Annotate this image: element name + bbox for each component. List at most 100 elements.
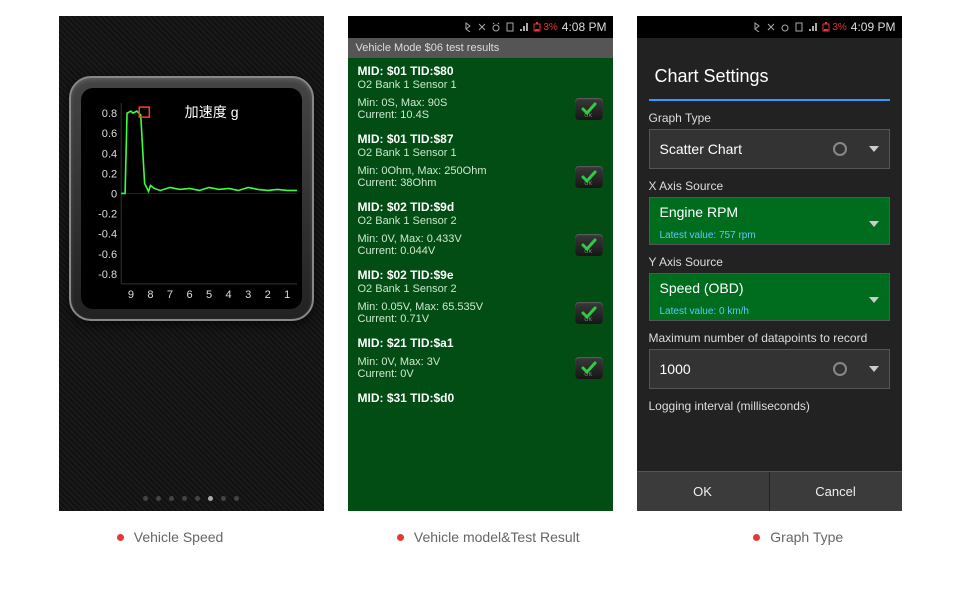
mid-tid: MID: $01 TID:$87 bbox=[358, 132, 603, 146]
svg-text:-0.6: -0.6 bbox=[98, 249, 117, 261]
pass-check-icon: OK bbox=[575, 98, 603, 120]
clock: 4:08 PM bbox=[562, 20, 607, 34]
result-item[interactable]: MID: $02 TID:$9eO2 Bank 1 Sensor 2 Min: 0… bbox=[348, 262, 613, 330]
sim-icon bbox=[505, 22, 515, 32]
status-bar: 3% 4:09 PM bbox=[637, 16, 902, 38]
y-axis-value: Speed (OBD) bbox=[660, 280, 744, 296]
svg-text:5: 5 bbox=[206, 289, 212, 301]
results-list[interactable]: MID: $01 TID:$80O2 Bank 1 Sensor 1Min: 0… bbox=[348, 58, 613, 511]
radio-icon bbox=[833, 362, 847, 376]
result-item[interactable]: MID: $02 TID:$9dO2 Bank 1 Sensor 2 Min: 0… bbox=[348, 194, 613, 262]
pass-check-icon: OK bbox=[575, 166, 603, 188]
phone-vehicle-speed: 0.80.60.40.20-0.2-0.4-0.6-0.8 987654321 … bbox=[59, 16, 324, 511]
current-value: Current: 10.4S bbox=[358, 109, 603, 121]
interval-label: Logging interval (milliseconds) bbox=[649, 399, 890, 413]
cancel-button[interactable]: Cancel bbox=[770, 472, 902, 511]
chevron-down-icon bbox=[869, 221, 879, 227]
svg-text:0.4: 0.4 bbox=[101, 148, 116, 160]
min-max: Min: 0Ohm, Max: 250Ohm bbox=[358, 165, 603, 177]
status-bar: 3% 4:08 PM bbox=[348, 16, 613, 38]
svg-text:-0.2: -0.2 bbox=[98, 209, 117, 221]
signal-icon bbox=[808, 22, 818, 32]
mid-tid: MID: $02 TID:$9d bbox=[358, 200, 603, 214]
min-max: Min: 0V, Max: 3V bbox=[358, 356, 603, 368]
battery-indicator: 3% bbox=[822, 22, 846, 33]
current-value: Current: 0V bbox=[358, 368, 603, 380]
battery-indicator: 3% bbox=[533, 22, 557, 33]
current-value: Current: 38Ohm bbox=[358, 177, 603, 189]
result-item[interactable]: MID: $01 TID:$87O2 Bank 1 Sensor 1 Min: 0… bbox=[348, 126, 613, 194]
bluetooth-icon bbox=[463, 22, 473, 32]
signal-icon bbox=[519, 22, 529, 32]
svg-text:-0.8: -0.8 bbox=[98, 269, 117, 281]
chevron-down-icon bbox=[869, 146, 879, 152]
svg-text:8: 8 bbox=[147, 289, 153, 301]
dialog-title: Chart Settings bbox=[649, 56, 890, 101]
min-max: Min: 0V, Max: 0.433V bbox=[358, 233, 603, 245]
graph-type-label: Graph Type bbox=[649, 111, 890, 125]
current-value: Current: 0.71V bbox=[358, 313, 603, 325]
svg-text:0: 0 bbox=[111, 188, 117, 200]
svg-text:2: 2 bbox=[264, 289, 270, 301]
svg-text:加速度 g: 加速度 g bbox=[184, 104, 238, 120]
mid-tid: MID: $02 TID:$9e bbox=[358, 268, 603, 282]
bluetooth-icon bbox=[752, 22, 762, 32]
sensor-name: O2 Bank 1 Sensor 1 bbox=[358, 79, 603, 91]
svg-text:1: 1 bbox=[284, 289, 290, 301]
graph-type-spinner[interactable]: Scatter Chart bbox=[649, 129, 890, 169]
x-axis-sub: Latest value: 757 rpm bbox=[660, 230, 756, 241]
svg-text:0.6: 0.6 bbox=[101, 128, 116, 140]
svg-text:-0.4: -0.4 bbox=[98, 229, 117, 241]
result-item[interactable]: MID: $21 TID:$a1 Min: 0V, Max: 3VCurrent:… bbox=[348, 330, 613, 385]
chevron-down-icon bbox=[869, 297, 879, 303]
svg-text:4: 4 bbox=[225, 289, 231, 301]
min-max: Min: 0.05V, Max: 65.535V bbox=[358, 301, 603, 313]
max-points-label: Maximum number of datapoints to record bbox=[649, 331, 890, 345]
sensor-name: O2 Bank 1 Sensor 2 bbox=[358, 283, 603, 295]
radio-icon bbox=[833, 142, 847, 156]
current-value: Current: 0.044V bbox=[358, 245, 603, 257]
result-item[interactable]: MID: $01 TID:$80O2 Bank 1 Sensor 1 Min: 0… bbox=[348, 58, 613, 126]
max-points-value: 1000 bbox=[660, 361, 691, 377]
gauge-card: 0.80.60.40.20-0.2-0.4-0.6-0.8 987654321 … bbox=[69, 76, 314, 321]
sensor-name: O2 Bank 1 Sensor 1 bbox=[358, 147, 603, 159]
phone-test-results: 3% 4:08 PM Vehicle Mode $06 test results… bbox=[348, 16, 613, 511]
caption-2: Vehicle model&Test Result bbox=[397, 529, 580, 545]
results-title: Vehicle Mode $06 test results bbox=[348, 38, 613, 58]
caption-1: Vehicle Speed bbox=[117, 529, 224, 545]
svg-text:0.8: 0.8 bbox=[101, 108, 116, 120]
mid-tid: MID: $31 TID:$d0 bbox=[358, 391, 603, 405]
pass-check-icon: OK bbox=[575, 302, 603, 324]
page-dots bbox=[59, 496, 324, 501]
graph-type-value: Scatter Chart bbox=[660, 141, 742, 157]
x-axis-spinner[interactable]: Engine RPM Latest value: 757 rpm bbox=[649, 197, 890, 245]
svg-text:9: 9 bbox=[127, 289, 133, 301]
ok-button[interactable]: OK bbox=[637, 472, 770, 511]
phone-chart-settings: 3% 4:09 PM Chart Settings Graph Type Sca… bbox=[637, 16, 902, 511]
vibrate-icon bbox=[766, 22, 776, 32]
x-axis-label: X Axis Source bbox=[649, 179, 890, 193]
result-item[interactable]: MID: $31 TID:$d0 bbox=[348, 385, 613, 411]
svg-text:0.2: 0.2 bbox=[101, 168, 116, 180]
x-axis-value: Engine RPM bbox=[660, 204, 739, 220]
mid-tid: MID: $01 TID:$80 bbox=[358, 64, 603, 78]
y-axis-spinner[interactable]: Speed (OBD) Latest value: 0 km/h bbox=[649, 273, 890, 321]
svg-text:6: 6 bbox=[186, 289, 192, 301]
max-points-spinner[interactable]: 1000 bbox=[649, 349, 890, 389]
alarm-icon bbox=[780, 22, 790, 32]
svg-text:7: 7 bbox=[166, 289, 172, 301]
y-axis-sub: Latest value: 0 km/h bbox=[660, 306, 750, 317]
sensor-name: O2 Bank 1 Sensor 2 bbox=[358, 215, 603, 227]
chevron-down-icon bbox=[869, 366, 879, 372]
alarm-icon bbox=[491, 22, 501, 32]
pass-check-icon: OK bbox=[575, 234, 603, 256]
clock: 4:09 PM bbox=[851, 20, 896, 34]
y-axis-label: Y Axis Source bbox=[649, 255, 890, 269]
sim-icon bbox=[794, 22, 804, 32]
mid-tid: MID: $21 TID:$a1 bbox=[358, 336, 603, 350]
accel-chart: 0.80.60.40.20-0.2-0.4-0.6-0.8 987654321 … bbox=[81, 88, 302, 309]
svg-text:3: 3 bbox=[245, 289, 251, 301]
pass-check-icon: OK bbox=[575, 357, 603, 379]
min-max: Min: 0S, Max: 90S bbox=[358, 97, 603, 109]
caption-3: Graph Type bbox=[753, 529, 843, 545]
